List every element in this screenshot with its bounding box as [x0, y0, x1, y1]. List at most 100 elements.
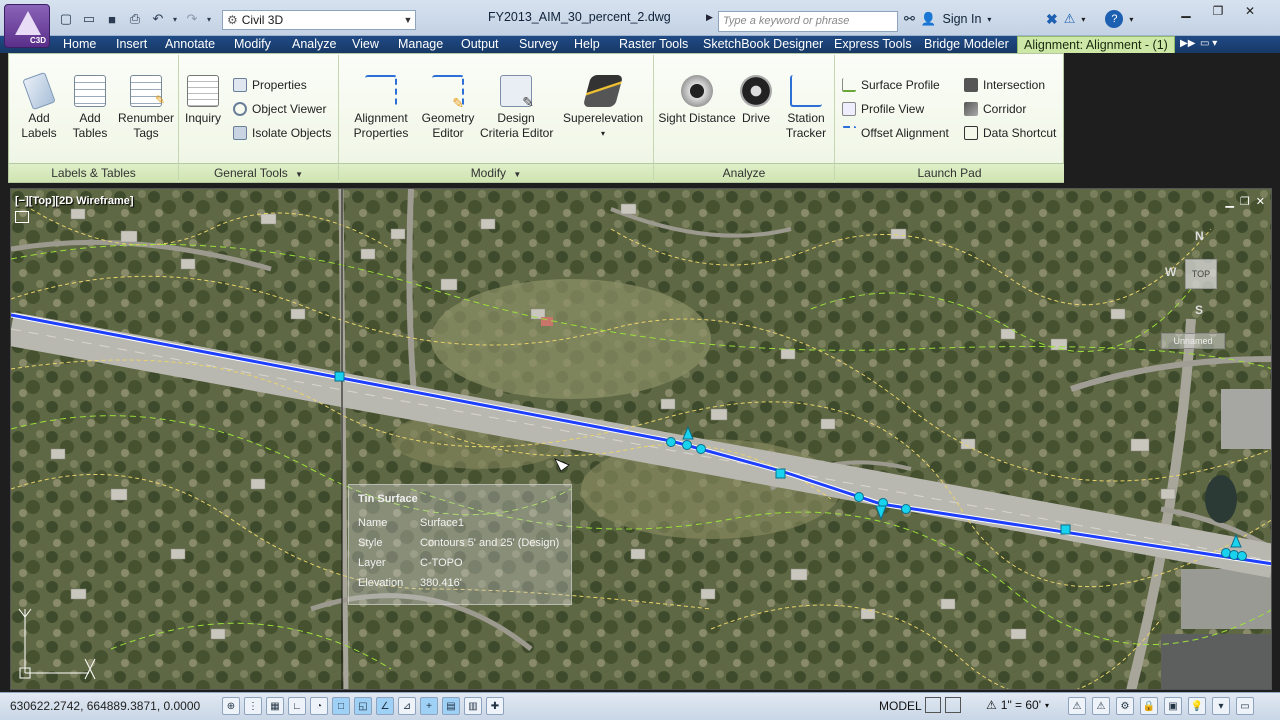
- object-snap-icon[interactable]: □: [332, 697, 350, 715]
- search-expand-icon[interactable]: ▶: [706, 12, 718, 28]
- status-menu-icon[interactable]: ▾: [1212, 697, 1230, 715]
- layout-icon[interactable]: [925, 697, 941, 713]
- quick-view-icon[interactable]: [945, 697, 961, 713]
- renumber-tags-button[interactable]: ✎ Renumber Tags: [116, 75, 176, 141]
- coordinate-readout[interactable]: 630622.2742, 664889.3871, 0.0000: [10, 699, 200, 713]
- close-icon[interactable]: ✕: [1236, 2, 1264, 20]
- isolate-objects-button[interactable]: Isolate Objects: [233, 124, 331, 142]
- tab-home[interactable]: Home: [63, 36, 96, 53]
- tab-raster-tools[interactable]: Raster Tools: [619, 36, 688, 53]
- viewport-controls-label[interactable]: [−][Top][2D Wireframe]: [15, 195, 134, 207]
- grid-display-icon[interactable]: ▦: [266, 697, 284, 715]
- offset-alignment-button[interactable]: Offset Alignment: [842, 124, 949, 142]
- 3d-object-snap-icon[interactable]: ◱: [354, 697, 372, 715]
- tab-express-tools[interactable]: Express Tools: [834, 36, 912, 53]
- restore-icon[interactable]: ❐: [1204, 2, 1232, 20]
- panel-title-modify[interactable]: Modify ▼: [339, 163, 653, 182]
- application-menu-button[interactable]: C3D: [4, 4, 50, 48]
- transparency-icon[interactable]: ▥: [464, 697, 482, 715]
- station-tracker-button[interactable]: Station Tracker: [782, 75, 830, 141]
- tab-help[interactable]: Help: [574, 36, 600, 53]
- ucs-menu[interactable]: Unnamed: [1161, 333, 1225, 349]
- dynamic-ucs-icon[interactable]: ⊿: [398, 697, 416, 715]
- workspace-selector[interactable]: ⚙ Civil 3D ▼: [222, 10, 416, 30]
- model-space-toggle[interactable]: MODEL: [879, 699, 922, 713]
- quick-properties-icon[interactable]: ✚: [486, 697, 504, 715]
- workspace-switch-icon[interactable]: ⚙: [1116, 697, 1134, 715]
- data-shortcut-button[interactable]: Data Shortcut: [964, 124, 1056, 142]
- geometry-editor-button[interactable]: ✎ Geometry Editor: [420, 75, 476, 141]
- hardware-acceleration-icon[interactable]: ▣: [1164, 697, 1182, 715]
- tab-manage[interactable]: Manage: [398, 36, 443, 53]
- viewport-close-icon[interactable]: ✕: [1256, 195, 1265, 208]
- profile-view-button[interactable]: Profile View: [842, 100, 924, 118]
- add-tables-button[interactable]: Add Tables: [70, 75, 110, 141]
- ortho-mode-icon[interactable]: ∟: [288, 697, 306, 715]
- surface-profile-button[interactable]: Surface Profile: [842, 76, 940, 94]
- tab-bridge-modeler[interactable]: Bridge Modeler: [924, 36, 1009, 53]
- isolate-objects-icon[interactable]: 💡: [1188, 697, 1206, 715]
- exchange-icon[interactable]: ✖: [1046, 11, 1058, 28]
- panel-title-general-tools[interactable]: General Tools ▼: [179, 163, 338, 182]
- new-file-icon[interactable]: ▢: [56, 9, 76, 29]
- add-labels-button[interactable]: Add Labels: [18, 71, 60, 141]
- open-file-icon[interactable]: ▭: [79, 9, 99, 29]
- viewport-restore-icon[interactable]: ❐: [1240, 195, 1250, 208]
- corridor-label: Corridor: [983, 102, 1027, 116]
- search-input[interactable]: Type a keyword or phrase: [718, 11, 898, 32]
- alignment-properties-label: Alignment Properties: [353, 111, 409, 140]
- superelevation-button[interactable]: Superelevation ▾: [562, 75, 644, 141]
- drawing-viewport[interactable]: [−][Top][2D Wireframe] ▁ ❐ ✕ N W TOP S U…: [10, 188, 1272, 690]
- drive-button[interactable]: Drive: [740, 75, 772, 126]
- help-icon[interactable]: ?: [1105, 10, 1124, 28]
- object-viewer-button[interactable]: Object Viewer: [233, 100, 326, 118]
- annotation-visibility-icon[interactable]: ⚠: [1068, 697, 1086, 715]
- lock-icon[interactable]: 🔒: [1140, 697, 1158, 715]
- annotation-scale[interactable]: ⚠ 1" = 60' ▾: [986, 698, 1049, 712]
- tab-annotate[interactable]: Annotate: [165, 36, 215, 53]
- tab-output[interactable]: Output: [461, 36, 499, 53]
- tab-insert[interactable]: Insert: [116, 36, 147, 53]
- steering-wheel-nav-icon[interactable]: [15, 211, 29, 223]
- sight-distance-button[interactable]: Sight Distance: [658, 75, 736, 126]
- minimize-icon[interactable]: ▁: [1172, 2, 1200, 20]
- tab-analyze[interactable]: Analyze: [292, 36, 336, 53]
- tab-modify[interactable]: Modify: [234, 36, 271, 53]
- lineweight-icon[interactable]: ▤: [442, 697, 460, 715]
- tab-survey[interactable]: Survey: [519, 36, 558, 53]
- design-criteria-editor-button[interactable]: ✎ Design Criteria Editor: [480, 75, 553, 141]
- viewcube-top-face[interactable]: TOP: [1185, 259, 1217, 289]
- ribbon: Add Labels Add Tables ✎ Renumber Tags La…: [0, 53, 1280, 183]
- corridor-button[interactable]: Corridor: [964, 100, 1026, 118]
- binoculars-icon[interactable]: ⚯: [904, 11, 915, 27]
- geometry-editor-label: Geometry Editor: [421, 111, 475, 140]
- auto-scale-icon[interactable]: ⚠: [1092, 697, 1110, 715]
- snap-mode-icon[interactable]: ⋮: [244, 697, 262, 715]
- autodesk-a360-icon[interactable]: ⚠: [1064, 11, 1076, 27]
- viewcube[interactable]: N W TOP S Unnamed: [1161, 229, 1251, 359]
- ribbon-minimize-icon[interactable]: ▭ ▾: [1200, 36, 1217, 53]
- undo-dropdown-icon[interactable]: ▾: [171, 9, 179, 29]
- alignment-properties-button[interactable]: Alignment Properties: [350, 75, 412, 141]
- save-icon[interactable]: ■: [102, 9, 122, 29]
- station-tracker-icon: [790, 75, 822, 107]
- dynamic-input-icon[interactable]: +: [420, 697, 438, 715]
- properties-button[interactable]: Properties: [233, 76, 307, 94]
- infer-constraints-icon[interactable]: ⊕: [222, 697, 240, 715]
- more-tabs-icon[interactable]: ▶▶: [1180, 36, 1195, 53]
- polar-tracking-icon[interactable]: ◔: [310, 697, 328, 715]
- tab-view[interactable]: View: [352, 36, 379, 53]
- profile-view-icon: [842, 102, 856, 116]
- redo-icon[interactable]: ↷: [182, 9, 202, 29]
- viewport-minimize-icon[interactable]: ▁: [1225, 195, 1233, 208]
- object-snap-tracking-icon[interactable]: ∠: [376, 697, 394, 715]
- undo-icon[interactable]: ↶: [148, 9, 168, 29]
- inquiry-button[interactable]: Inquiry: [183, 75, 223, 126]
- tab-sketchbook-designer[interactable]: SketchBook Designer: [703, 36, 823, 53]
- tab-alignment-contextual[interactable]: Alignment: Alignment - (1): [1017, 36, 1175, 53]
- redo-dropdown-icon[interactable]: ▾: [205, 9, 213, 29]
- print-icon[interactable]: ⎙: [125, 9, 145, 29]
- intersection-button[interactable]: Intersection: [964, 76, 1045, 94]
- clean-screen-icon[interactable]: ▭: [1236, 697, 1254, 715]
- sign-in-button[interactable]: ⚯ 👤 Sign In ▾: [904, 11, 991, 27]
